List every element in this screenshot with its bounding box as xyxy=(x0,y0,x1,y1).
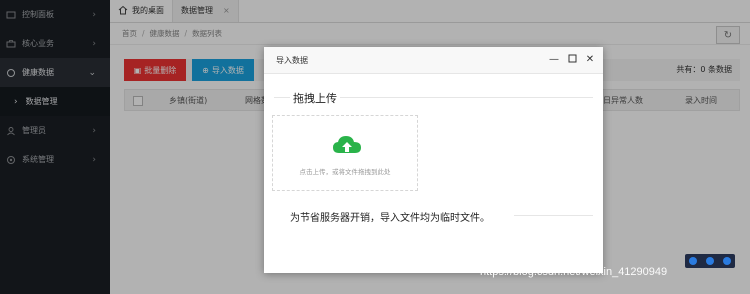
temp-file-note: 为节省服务器开销，导入文件均为临时文件。 xyxy=(290,213,490,224)
corner-widget[interactable] xyxy=(685,254,735,268)
watermark: https://blog.csdn.net/weixin_41290949 xyxy=(480,266,668,278)
import-dialog: 导入数据 — ✕ 拖拽上传 点击上传，或将文件拖拽到此处 为节省服务器开销，导入… xyxy=(264,47,603,273)
section-title: 拖拽上传 xyxy=(290,90,340,106)
dialog-controls: — ✕ xyxy=(549,54,595,67)
maximize-icon[interactable] xyxy=(567,54,577,67)
upload-drop-zone[interactable]: 点击上传，或将文件拖拽到此处 xyxy=(272,115,418,191)
drop-hint: 点击上传，或将文件拖拽到此处 xyxy=(299,168,391,176)
widget-dot-icon xyxy=(705,257,714,265)
cloud-upload-icon xyxy=(333,136,361,153)
close-icon[interactable]: ✕ xyxy=(585,54,595,67)
divider xyxy=(514,215,593,216)
widget-dot-icon xyxy=(722,257,731,265)
minimize-icon[interactable]: — xyxy=(549,54,559,67)
dialog-title: 导入数据 xyxy=(276,55,308,65)
dialog-header[interactable]: 导入数据 — ✕ xyxy=(264,47,603,74)
widget-dot-icon xyxy=(689,257,698,265)
